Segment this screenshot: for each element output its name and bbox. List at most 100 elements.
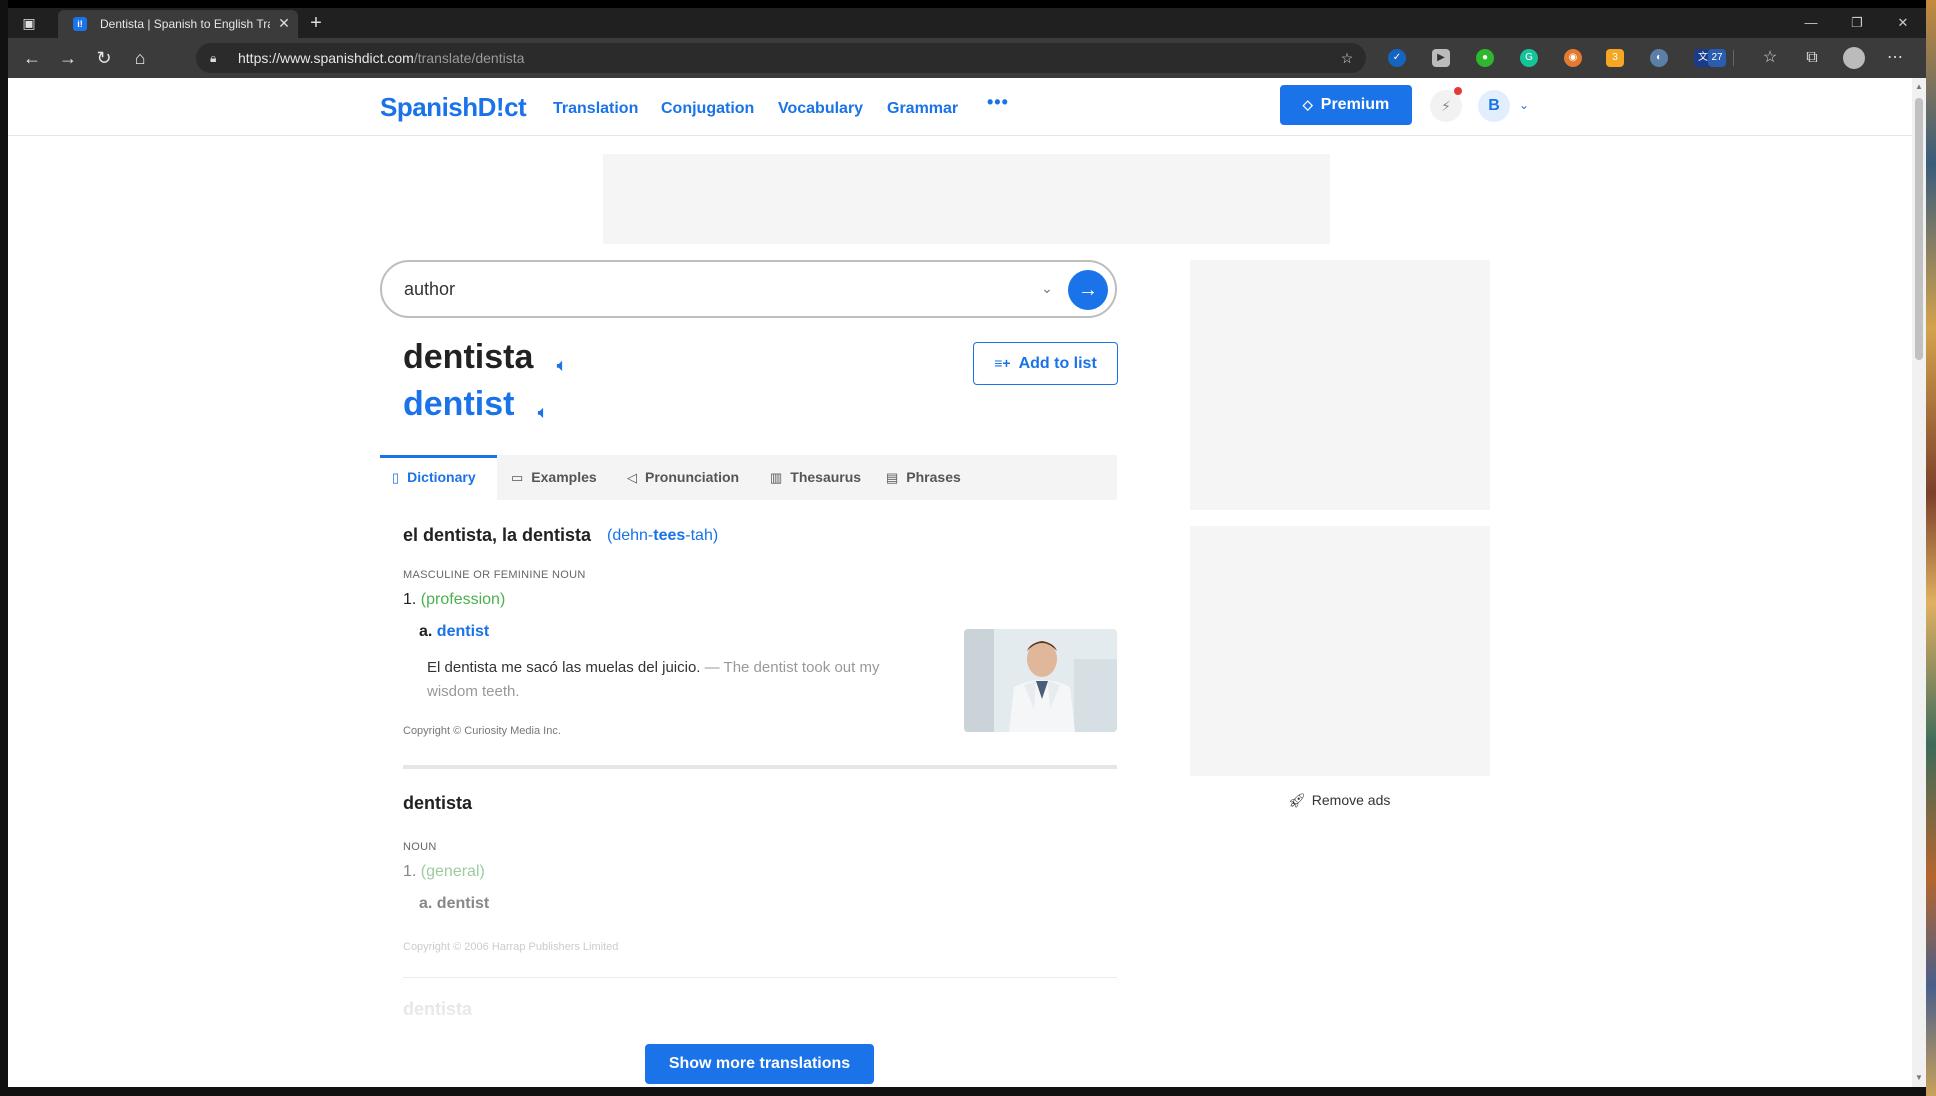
tab-phrases-label: Phrases <box>906 469 961 485</box>
tab-thesaurus[interactable]: ▥ Thesaurus <box>758 455 868 500</box>
sub-sense-translation[interactable]: dentist <box>437 623 489 640</box>
window-controls: — ❐ ✕ <box>1788 8 1926 38</box>
sense-number-2: 1. <box>403 863 417 880</box>
sub-sense-translation-2[interactable]: dentist <box>437 895 489 912</box>
chevron-down-icon[interactable]: ⌄ <box>1517 98 1531 112</box>
browser-tab-active[interactable]: i! Dentista | Spanish to English Tra ✕ <box>58 10 298 38</box>
rocket-icon: 🚀︎ <box>1288 792 1306 808</box>
search-submit-arrow-icon[interactable]: → <box>1068 270 1108 310</box>
show-more-translations-button[interactable]: Show more translations <box>645 1044 874 1084</box>
diamond-icon: ◇ <box>1302 97 1313 112</box>
tab-close-icon[interactable]: ✕ <box>276 15 292 31</box>
add-to-list-button[interactable]: ≡+ Add to list <box>973 342 1118 385</box>
document-icon: ▤ <box>886 470 899 485</box>
sub-sense-letter: a. <box>419 623 433 640</box>
window-close-icon[interactable]: ✕ <box>1880 8 1926 38</box>
sub-sense-letter-2: a. <box>419 895 433 912</box>
tab-pronunciation-label: Pronunciation <box>645 469 740 485</box>
tab-pronunciation[interactable]: ◁ Pronunciation <box>615 455 753 500</box>
entry-title: el dentista, la dentista <box>403 525 592 545</box>
ad-banner-top <box>603 154 1330 244</box>
desktop-wallpaper-strip <box>1926 0 1936 1096</box>
page-scrollbar[interactable]: ▲ ▼ <box>1912 78 1926 1087</box>
copyright-note-2: Copyright © 2006 Harrap Publishers Limit… <box>403 941 619 953</box>
folder-extension-icon[interactable]: 3 <box>1606 49 1624 67</box>
scroll-thumb[interactable] <box>1915 98 1923 360</box>
nav-translation[interactable]: Translation <box>553 100 638 118</box>
browser-profile-avatar[interactable] <box>1843 47 1865 69</box>
sub-sense-row-2: a. dentist <box>419 895 489 913</box>
home-icon[interactable]: ⌂ <box>128 46 152 70</box>
scroll-down-arrow-icon[interactable]: ▼ <box>1912 1071 1926 1085</box>
sense-row: 1. (profession) <box>403 591 505 609</box>
premium-button[interactable]: ◇ Premium <box>1280 85 1412 125</box>
chat-bubble-icon: ▭ <box>511 470 524 485</box>
speaker-icon[interactable]: 🔈︎ <box>532 401 554 423</box>
lock-icon[interactable]: 🔒︎ <box>210 50 224 66</box>
calendar-extension-icon[interactable]: 27 <box>1708 49 1726 67</box>
content-fade-overlay <box>380 958 1117 1038</box>
tab-thesaurus-label: Thesaurus <box>790 469 862 485</box>
favorites-icon[interactable]: ☆ <box>1759 47 1781 69</box>
tab-phrases[interactable]: ▤ Phrases <box>874 455 974 500</box>
folder-extension-badge: 3 <box>1612 52 1618 63</box>
sense-context: (profession) <box>420 591 506 608</box>
search-input[interactable] <box>404 275 1004 303</box>
spanishdict-logo[interactable]: SpanishD!ct <box>380 92 527 123</box>
desktop-taskbar-edge <box>8 1087 1926 1096</box>
spanishdict-favicon-icon: i! <box>73 17 87 31</box>
speaker-icon: ◁ <box>627 470 637 485</box>
desktop-edge <box>0 0 8 1096</box>
page-content: SpanishD!ct Translation Conjugation Voca… <box>8 78 1912 1087</box>
grammarly-icon[interactable]: G <box>1520 49 1538 67</box>
copyright-note: Copyright © Curiosity Media Inc. <box>403 725 561 737</box>
shield-extension-icon[interactable]: ✓ <box>1388 49 1406 67</box>
sense-row-2: 1. (general) <box>403 863 485 881</box>
more-menu-icon[interactable]: ••• <box>987 92 1009 113</box>
globe-extension-icon[interactable]: ◐ <box>1650 49 1668 67</box>
play-extension-icon[interactable]: ▶ <box>1432 49 1450 67</box>
section-divider <box>403 765 1117 769</box>
calendar-extension-badge: 27 <box>1711 52 1723 63</box>
dentist-illustration <box>964 629 1117 732</box>
ad-sidebar-2 <box>1190 526 1490 776</box>
sense-number: 1. <box>403 591 417 608</box>
dictionary-tabs: ▯ Dictionary ▭ Examples ◁ Pronunciation ▥ Th… <box>380 455 1117 500</box>
nav-grammar[interactable]: Grammar <box>887 100 958 118</box>
new-tab-icon[interactable]: + <box>306 13 326 33</box>
chevron-down-icon[interactable]: ⌄ <box>1037 278 1057 298</box>
add-to-list-label: Add to list <box>1018 355 1097 372</box>
back-arrow-icon[interactable]: ← <box>20 46 44 70</box>
green-extension-icon[interactable]: ● <box>1476 49 1494 67</box>
headword: dentista <box>403 338 534 376</box>
nav-conjugation[interactable]: Conjugation <box>661 100 754 118</box>
forward-arrow-icon[interactable]: → <box>56 46 80 70</box>
example-separator: — <box>704 659 720 676</box>
pronunciation-guide[interactable]: (dehn-tees-tah) <box>607 527 718 545</box>
tab-dictionary[interactable]: ▯ Dictionary <box>380 455 497 500</box>
owl-extension-icon[interactable]: ◉ <box>1564 49 1582 67</box>
book-icon: ▯ <box>392 470 400 485</box>
settings-more-icon[interactable]: ⋯ <box>1884 47 1906 69</box>
ad-sidebar-1 <box>1190 260 1490 510</box>
nav-vocabulary[interactable]: Vocabulary <box>778 100 863 118</box>
add-favorite-star-icon[interactable]: ☆ <box>1338 49 1356 67</box>
tab-actions-icon[interactable]: ▣ <box>20 14 38 32</box>
restore-icon[interactable]: ❐ <box>1834 8 1880 38</box>
speaker-icon[interactable]: 🔈︎ <box>551 354 573 376</box>
minimize-icon[interactable]: — <box>1788 8 1834 38</box>
user-avatar[interactable]: B <box>1478 90 1510 122</box>
remove-ads-link[interactable]: 🚀︎ Remove ads <box>1288 792 1390 809</box>
refresh-icon[interactable]: ↻ <box>92 46 116 70</box>
browser-toolbar: ← → ↻ ⌂ 🔒︎ https://www.spanishdict.com/t… <box>8 38 1926 78</box>
address-bar[interactable]: 🔒︎ https://www.spanishdict.com/translate… <box>196 43 1366 73</box>
quick-translation[interactable]: dentist <box>403 385 514 424</box>
url-path: /translate/dentista <box>413 50 525 66</box>
collections-icon[interactable]: ⧉ <box>1801 47 1823 69</box>
tab-examples[interactable]: ▭ Examples <box>499 455 611 500</box>
scroll-up-arrow-icon[interactable]: ▲ <box>1912 80 1926 94</box>
url-text[interactable]: https://www.spanishdict.com/translate/de… <box>238 50 524 66</box>
sub-sense-row: a. dentist <box>419 623 489 641</box>
notification-dot <box>1454 87 1462 95</box>
tab-examples-label: Examples <box>531 469 597 485</box>
